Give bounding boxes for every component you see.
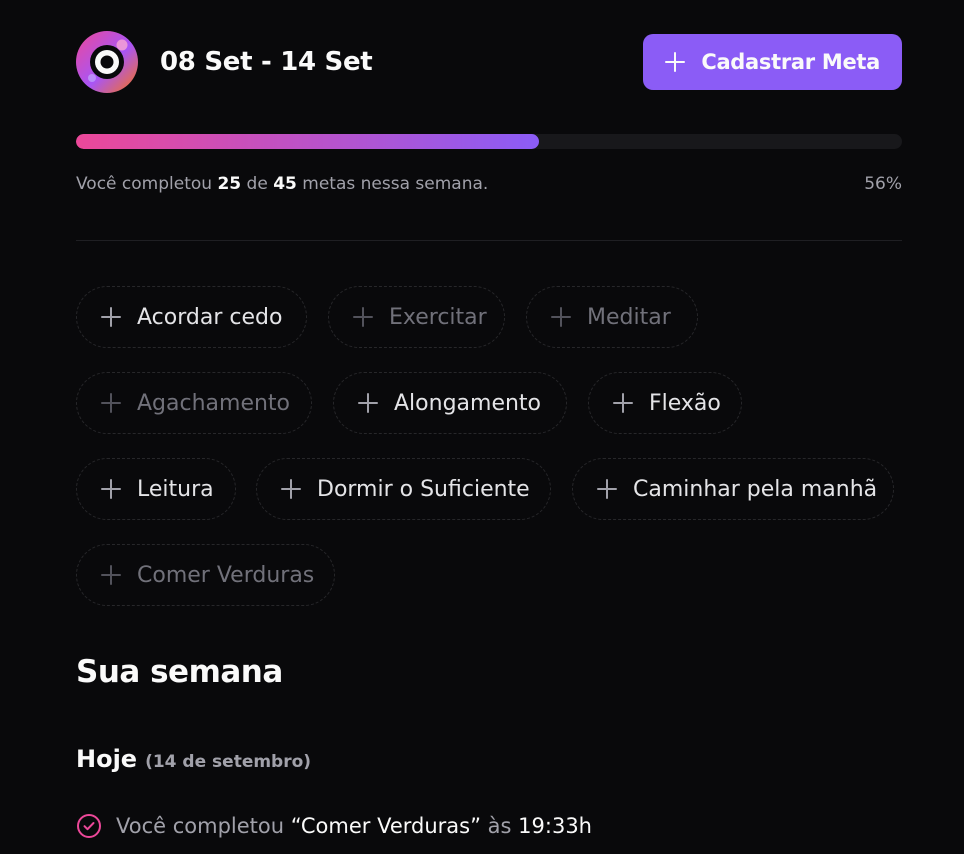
- plus-icon: [281, 479, 301, 499]
- progress-sentence: Você completou 25 de 45 metas nessa sema…: [76, 174, 488, 194]
- plus-icon: [101, 307, 121, 327]
- activity-prefix: Você completou: [116, 814, 285, 838]
- divider: [76, 240, 902, 241]
- day-heading: Hoje (14 de setembro): [76, 745, 311, 773]
- activity-text: Você completou “Comer Verduras” às 19:33…: [116, 814, 592, 838]
- progress-bar: [76, 134, 902, 149]
- goal-chip-meditar[interactable]: Meditar: [526, 286, 698, 348]
- completed-count: 25: [217, 174, 242, 194]
- day-date: (14 de setembro): [145, 752, 312, 772]
- goal-label: Dormir o Suficiente: [317, 476, 530, 502]
- brand: 08 Set - 14 Set: [76, 31, 373, 93]
- goal-chip-acordar-cedo[interactable]: Acordar cedo: [76, 286, 307, 348]
- goal-chip-exercitar[interactable]: Exercitar: [328, 286, 505, 348]
- goal-label: Comer Verduras: [137, 562, 315, 588]
- progress-suffix: metas nessa semana.: [302, 174, 489, 194]
- progress-of: de: [246, 174, 268, 194]
- goal-label: Acordar cedo: [137, 304, 283, 330]
- goal-chip-agachamento[interactable]: Agachamento: [76, 372, 312, 434]
- add-goal-button[interactable]: Cadastrar Meta: [643, 34, 902, 90]
- goal-label: Meditar: [587, 304, 671, 330]
- plus-icon: [101, 479, 121, 499]
- progress-summary: Você completou 25 de 45 metas nessa sema…: [76, 174, 902, 194]
- app-logo: [76, 31, 138, 93]
- progress-prefix: Você completou: [76, 174, 213, 194]
- activity-at: às: [487, 814, 512, 838]
- goal-chip-leitura[interactable]: Leitura: [76, 458, 236, 520]
- plus-icon: [353, 307, 373, 327]
- goal-chip-alongamento[interactable]: Alongamento: [333, 372, 567, 434]
- goal-chip-caminhar-pela-manha[interactable]: Caminhar pela manhã: [572, 458, 894, 520]
- activity-goal: “Comer Verduras”: [290, 814, 481, 838]
- plus-icon: [101, 393, 121, 413]
- section-title-week: Sua semana: [76, 654, 283, 690]
- check-circle-icon: [77, 814, 101, 838]
- plus-icon: [665, 52, 686, 72]
- plus-icon: [597, 479, 617, 499]
- plus-icon: [551, 307, 571, 327]
- week-date-range: 08 Set - 14 Set: [160, 47, 373, 77]
- goal-label: Leitura: [137, 476, 214, 502]
- goal-chip-flexao[interactable]: Flexão: [588, 372, 742, 434]
- goal-label: Alongamento: [394, 390, 542, 416]
- header: 08 Set - 14 Set Cadastrar Meta: [76, 30, 902, 94]
- goal-chip-comer-verduras[interactable]: Comer Verduras: [76, 544, 335, 606]
- plus-icon: [358, 393, 378, 413]
- progress-fill: [76, 134, 539, 149]
- goal-label: Exercitar: [389, 304, 487, 330]
- day-name: Hoje: [76, 745, 138, 773]
- activity-item: Você completou “Comer Verduras” às 19:33…: [76, 813, 592, 839]
- activity-time: 19:33h: [518, 814, 592, 838]
- total-count: 45: [273, 174, 297, 194]
- goal-label: Flexão: [649, 390, 721, 416]
- progress-percent: 56%: [864, 174, 902, 194]
- goal-label: Agachamento: [137, 390, 291, 416]
- goal-label: Caminhar pela manhã: [633, 476, 878, 502]
- plus-icon: [101, 565, 121, 585]
- add-goal-label: Cadastrar Meta: [701, 50, 880, 74]
- goal-chip-dormir-o-suficiente[interactable]: Dormir o Suficiente: [256, 458, 551, 520]
- plus-icon: [613, 393, 633, 413]
